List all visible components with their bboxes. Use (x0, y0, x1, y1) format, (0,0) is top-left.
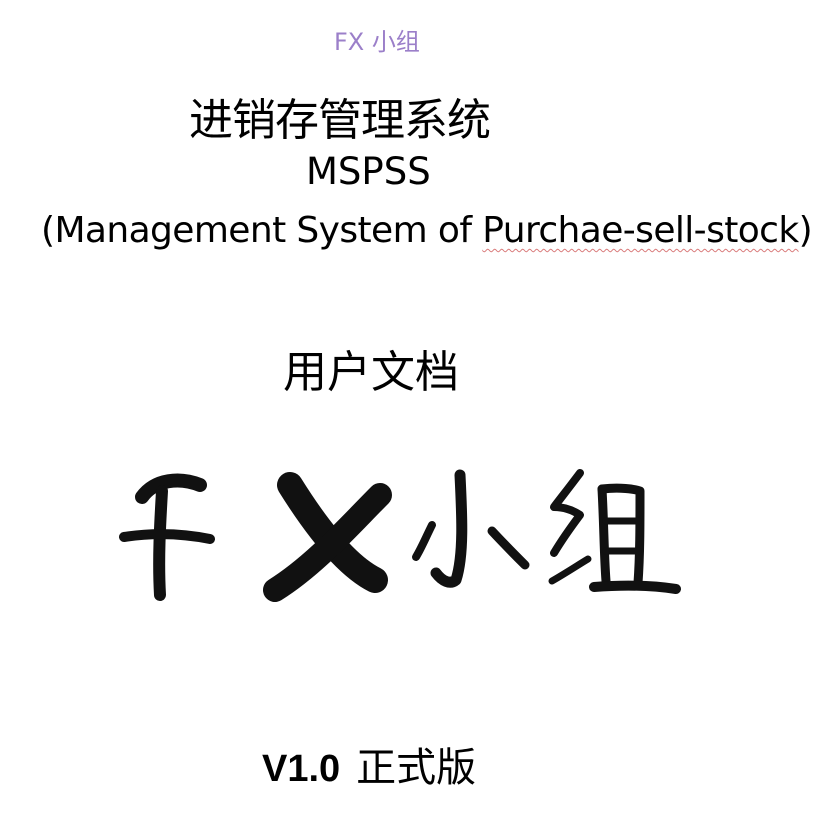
release-line: V1.0 正式版 (262, 735, 476, 793)
release-label: 正式版 (356, 745, 477, 791)
header-group-tag: FX 小组 (334, 28, 420, 56)
document-type: 用户文档 (283, 347, 459, 398)
title-full-suffix: ) (798, 210, 813, 251)
title-chinese: 进销存管理系统 (189, 95, 491, 146)
title-full-english: (Management System of Purchae-sell-stock… (41, 210, 813, 251)
title-abbreviation: MSPSS (306, 150, 431, 193)
calligraphy-logo-image (119, 469, 681, 602)
calligraphy-logo (110, 455, 690, 615)
version-number: V1.0 (262, 748, 341, 790)
title-full-flagged-word: Purchae-sell-stock (482, 210, 799, 251)
title-full-prefix: (Management System of (41, 210, 483, 251)
